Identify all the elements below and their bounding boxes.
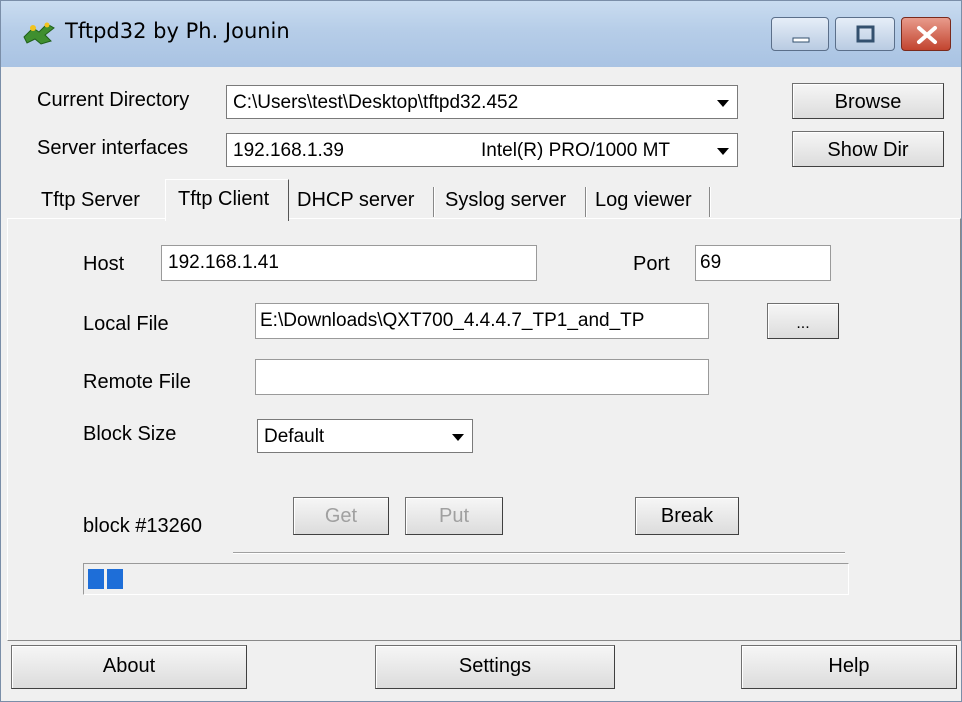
tab-syslog-server[interactable]: Syslog server <box>445 183 585 219</box>
progress-block <box>107 569 123 589</box>
browse-button[interactable]: Browse <box>792 83 944 119</box>
server-ip-value: 192.168.1.39 <box>233 140 344 161</box>
about-button[interactable]: About <box>11 645 247 689</box>
tftpd-app-icon <box>23 22 55 45</box>
progress-block <box>88 569 104 589</box>
show-dir-button-label: Show Dir <box>827 139 909 161</box>
current-directory-value: C:\Users\test\Desktop\tftpd32.452 <box>233 92 519 113</box>
local-file-input[interactable]: E:\Downloads\QXT700_4.4.4.7_TP1_and_TP <box>255 303 709 339</box>
help-button-label: Help <box>828 655 870 677</box>
select-file-button-label: ... <box>796 315 810 332</box>
transfer-status: block #13260 <box>83 515 202 537</box>
tab-tftp-client[interactable]: Tftp Client <box>165 179 289 221</box>
settings-button-label: Settings <box>458 655 532 677</box>
block-size-value: Default <box>264 426 325 447</box>
close-button[interactable] <box>901 17 951 51</box>
maximize-icon <box>856 25 875 43</box>
tftpd32-window: Tftpd32 by Ph. Jounin Current Directory … <box>0 0 962 702</box>
maximize-button[interactable] <box>835 17 895 51</box>
tab-log-viewer[interactable]: Log viewer <box>595 183 707 219</box>
put-button-label: Put <box>438 505 470 527</box>
block-size-label: Block Size <box>83 423 177 445</box>
tab-separator <box>709 187 711 217</box>
current-directory-label: Current Directory <box>37 89 190 111</box>
server-interfaces-combo[interactable]: 192.168.1.39 Intel(R) PRO/1000 MT <box>226 133 738 167</box>
tab-label: Log viewer <box>595 189 692 211</box>
host-label: Host <box>83 253 125 275</box>
tab-label: DHCP server <box>297 189 415 211</box>
port-input[interactable]: 69 <box>695 245 831 281</box>
remote-file-label: Remote File <box>83 371 191 393</box>
host-input[interactable]: 192.168.1.41 <box>161 245 537 281</box>
tab-tftp-server[interactable]: Tftp Server <box>41 183 161 219</box>
port-value: 69 <box>700 252 722 273</box>
get-button-label: Get <box>324 505 358 527</box>
help-button[interactable]: Help <box>741 645 957 689</box>
server-interfaces-label: Server interfaces <box>37 137 189 159</box>
tab-label: Tftp Client <box>178 188 270 210</box>
put-button[interactable]: Put <box>405 497 503 535</box>
divider <box>233 552 845 554</box>
get-button[interactable]: Get <box>293 497 389 535</box>
tab-label: Tftp Server <box>41 189 140 211</box>
tab-separator <box>433 187 435 217</box>
chevron-down-icon[interactable] <box>713 91 733 115</box>
server-adapter-value: Intel(R) PRO/1000 MT <box>481 140 670 161</box>
host-value: 192.168.1.41 <box>168 252 279 273</box>
tab-label: Syslog server <box>445 189 567 211</box>
block-size-select[interactable]: Default <box>257 419 473 453</box>
chevron-down-icon[interactable] <box>448 425 468 449</box>
minimize-button[interactable] <box>771 17 829 51</box>
local-file-label: Local File <box>83 313 169 335</box>
show-dir-button[interactable]: Show Dir <box>792 131 944 167</box>
select-file-button[interactable]: ... <box>767 303 839 339</box>
about-button-label: About <box>102 655 156 677</box>
remote-file-input[interactable] <box>255 359 709 395</box>
current-directory-combo[interactable]: C:\Users\test\Desktop\tftpd32.452 <box>226 85 738 119</box>
minimize-icon <box>792 37 810 43</box>
port-label: Port <box>633 253 670 275</box>
tab-dhcp-server[interactable]: DHCP server <box>297 183 429 219</box>
close-icon <box>917 26 937 44</box>
chevron-down-icon[interactable] <box>713 139 733 163</box>
tab-separator <box>585 187 587 217</box>
local-file-value: E:\Downloads\QXT700_4.4.4.7_TP1_and_TP <box>260 310 645 331</box>
window-title: Tftpd32 by Ph. Jounin <box>65 19 290 43</box>
break-button-label: Break <box>660 505 714 527</box>
browse-button-label: Browse <box>834 91 902 113</box>
title-bar[interactable]: Tftpd32 by Ph. Jounin <box>1 1 961 67</box>
settings-button[interactable]: Settings <box>375 645 615 689</box>
transfer-progress-bar <box>83 563 849 595</box>
break-button[interactable]: Break <box>635 497 739 535</box>
client-area: Current Directory C:\Users\test\Desktop\… <box>7 67 961 697</box>
